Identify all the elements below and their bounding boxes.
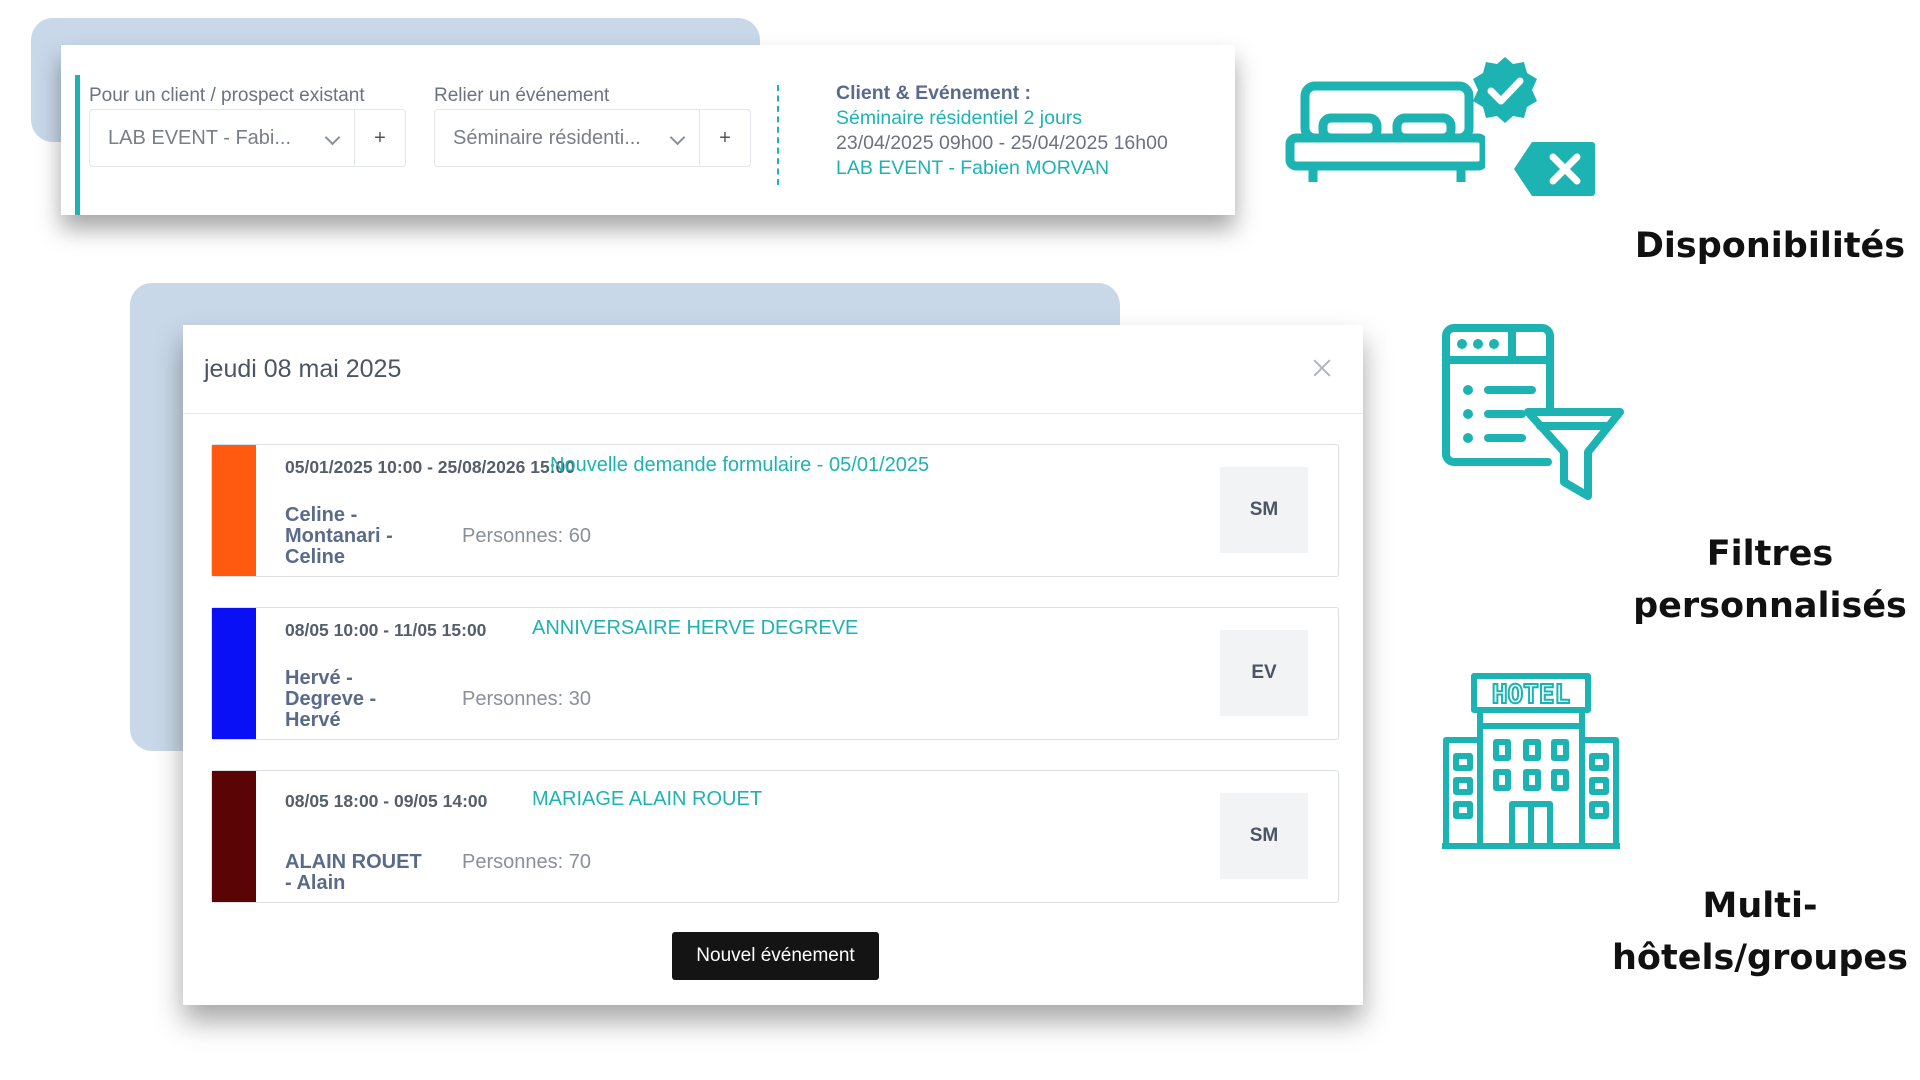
client-event-summary: Client & Evénement : Séminaire résidenti… [836,81,1168,181]
add-client-button[interactable]: + [354,110,405,166]
client-event-card: Pour un client / prospect existant LAB E… [61,45,1235,215]
event-badge: SM [1220,467,1308,553]
event-client: Hervé - Degreve - Hervé [285,667,377,731]
event-badge: EV [1220,630,1308,716]
modal-header: jeudi 08 mai 2025 [183,325,1363,414]
event-dates: 05/01/2025 10:00 - 25/08/2026 15:00 [285,457,575,477]
event-name[interactable]: ANNIVERSAIRE HERVE DEGREVE [532,617,858,640]
summary-event: Séminaire résidentiel 2 jours [836,107,1083,129]
event-persons: Personnes: 60 [462,525,591,547]
chevron-down-icon[interactable] [324,129,341,146]
event-persons: Personnes: 70 [462,851,591,873]
client-select[interactable]: LAB EVENT - Fabi... + [89,109,406,167]
event-select-value: Séminaire résidenti... [453,126,641,149]
hotel-building-icon: HOTEL [1442,673,1620,849]
client-select-value: LAB EVENT - Fabi... [108,126,292,149]
check-badge-icon [1473,57,1537,123]
event-name[interactable]: Nouvelle demande formulaire - 05/01/2025 [550,454,929,477]
summary-client: LAB EVENT - Fabien MORVAN [836,157,1110,179]
event-card[interactable]: 08/05 10:00 - 11/05 15:00 ANNIVERSAIRE H… [211,607,1339,740]
event-card[interactable]: 05/01/2025 10:00 - 25/08/2026 15:00 Nouv… [211,444,1339,577]
close-icon[interactable] [1307,353,1337,383]
event-card[interactable]: 08/05 18:00 - 09/05 14:00 MARIAGE ALAIN … [211,770,1339,903]
hotel-sign-text: HOTEL [1492,680,1570,710]
bed-icon [1285,81,1485,182]
event-color-strip [212,608,256,739]
accent-bar [75,75,80,215]
modal-title: jeudi 08 mai 2025 [204,355,402,383]
filter-list-icon [1442,324,1624,500]
add-event-button[interactable]: + [699,110,750,166]
feature-multi-hotels: Multi-hôtels/groupes [1612,886,1908,978]
event-client: ALAIN ROUET - Alain [285,851,422,894]
event-badge: SM [1220,793,1308,879]
chevron-down-icon[interactable] [669,129,686,146]
event-color-strip [212,771,256,902]
event-persons: Personnes: 30 [462,688,591,710]
event-name[interactable]: MARIAGE ALAIN ROUET [532,788,762,811]
feature-availability: Disponibilités [1634,226,1906,266]
day-events-modal: jeudi 08 mai 2025 05/01/2025 10:00 - 25/… [183,325,1363,1005]
new-event-button[interactable]: Nouvel événement [672,932,879,980]
event-select[interactable]: Séminaire résidenti... + [434,109,751,167]
feature-filters: Filtres personnalisés [1633,534,1907,626]
event-client: Celine - Montanari - Celine [285,504,393,568]
event-dates: 08/05 10:00 - 11/05 15:00 [285,620,487,640]
client-field-label: Pour un client / prospect existant [89,85,365,106]
summary-title: Client & Evénement : [836,82,1032,104]
event-field-label: Relier un événement [434,85,610,106]
remove-tag-icon [1514,142,1595,196]
event-color-strip [212,445,256,576]
divider [777,85,779,185]
summary-dates: 23/04/2025 09h00 - 25/04/2025 16h00 [836,132,1168,154]
event-dates: 08/05 18:00 - 09/05 14:00 [285,791,488,811]
